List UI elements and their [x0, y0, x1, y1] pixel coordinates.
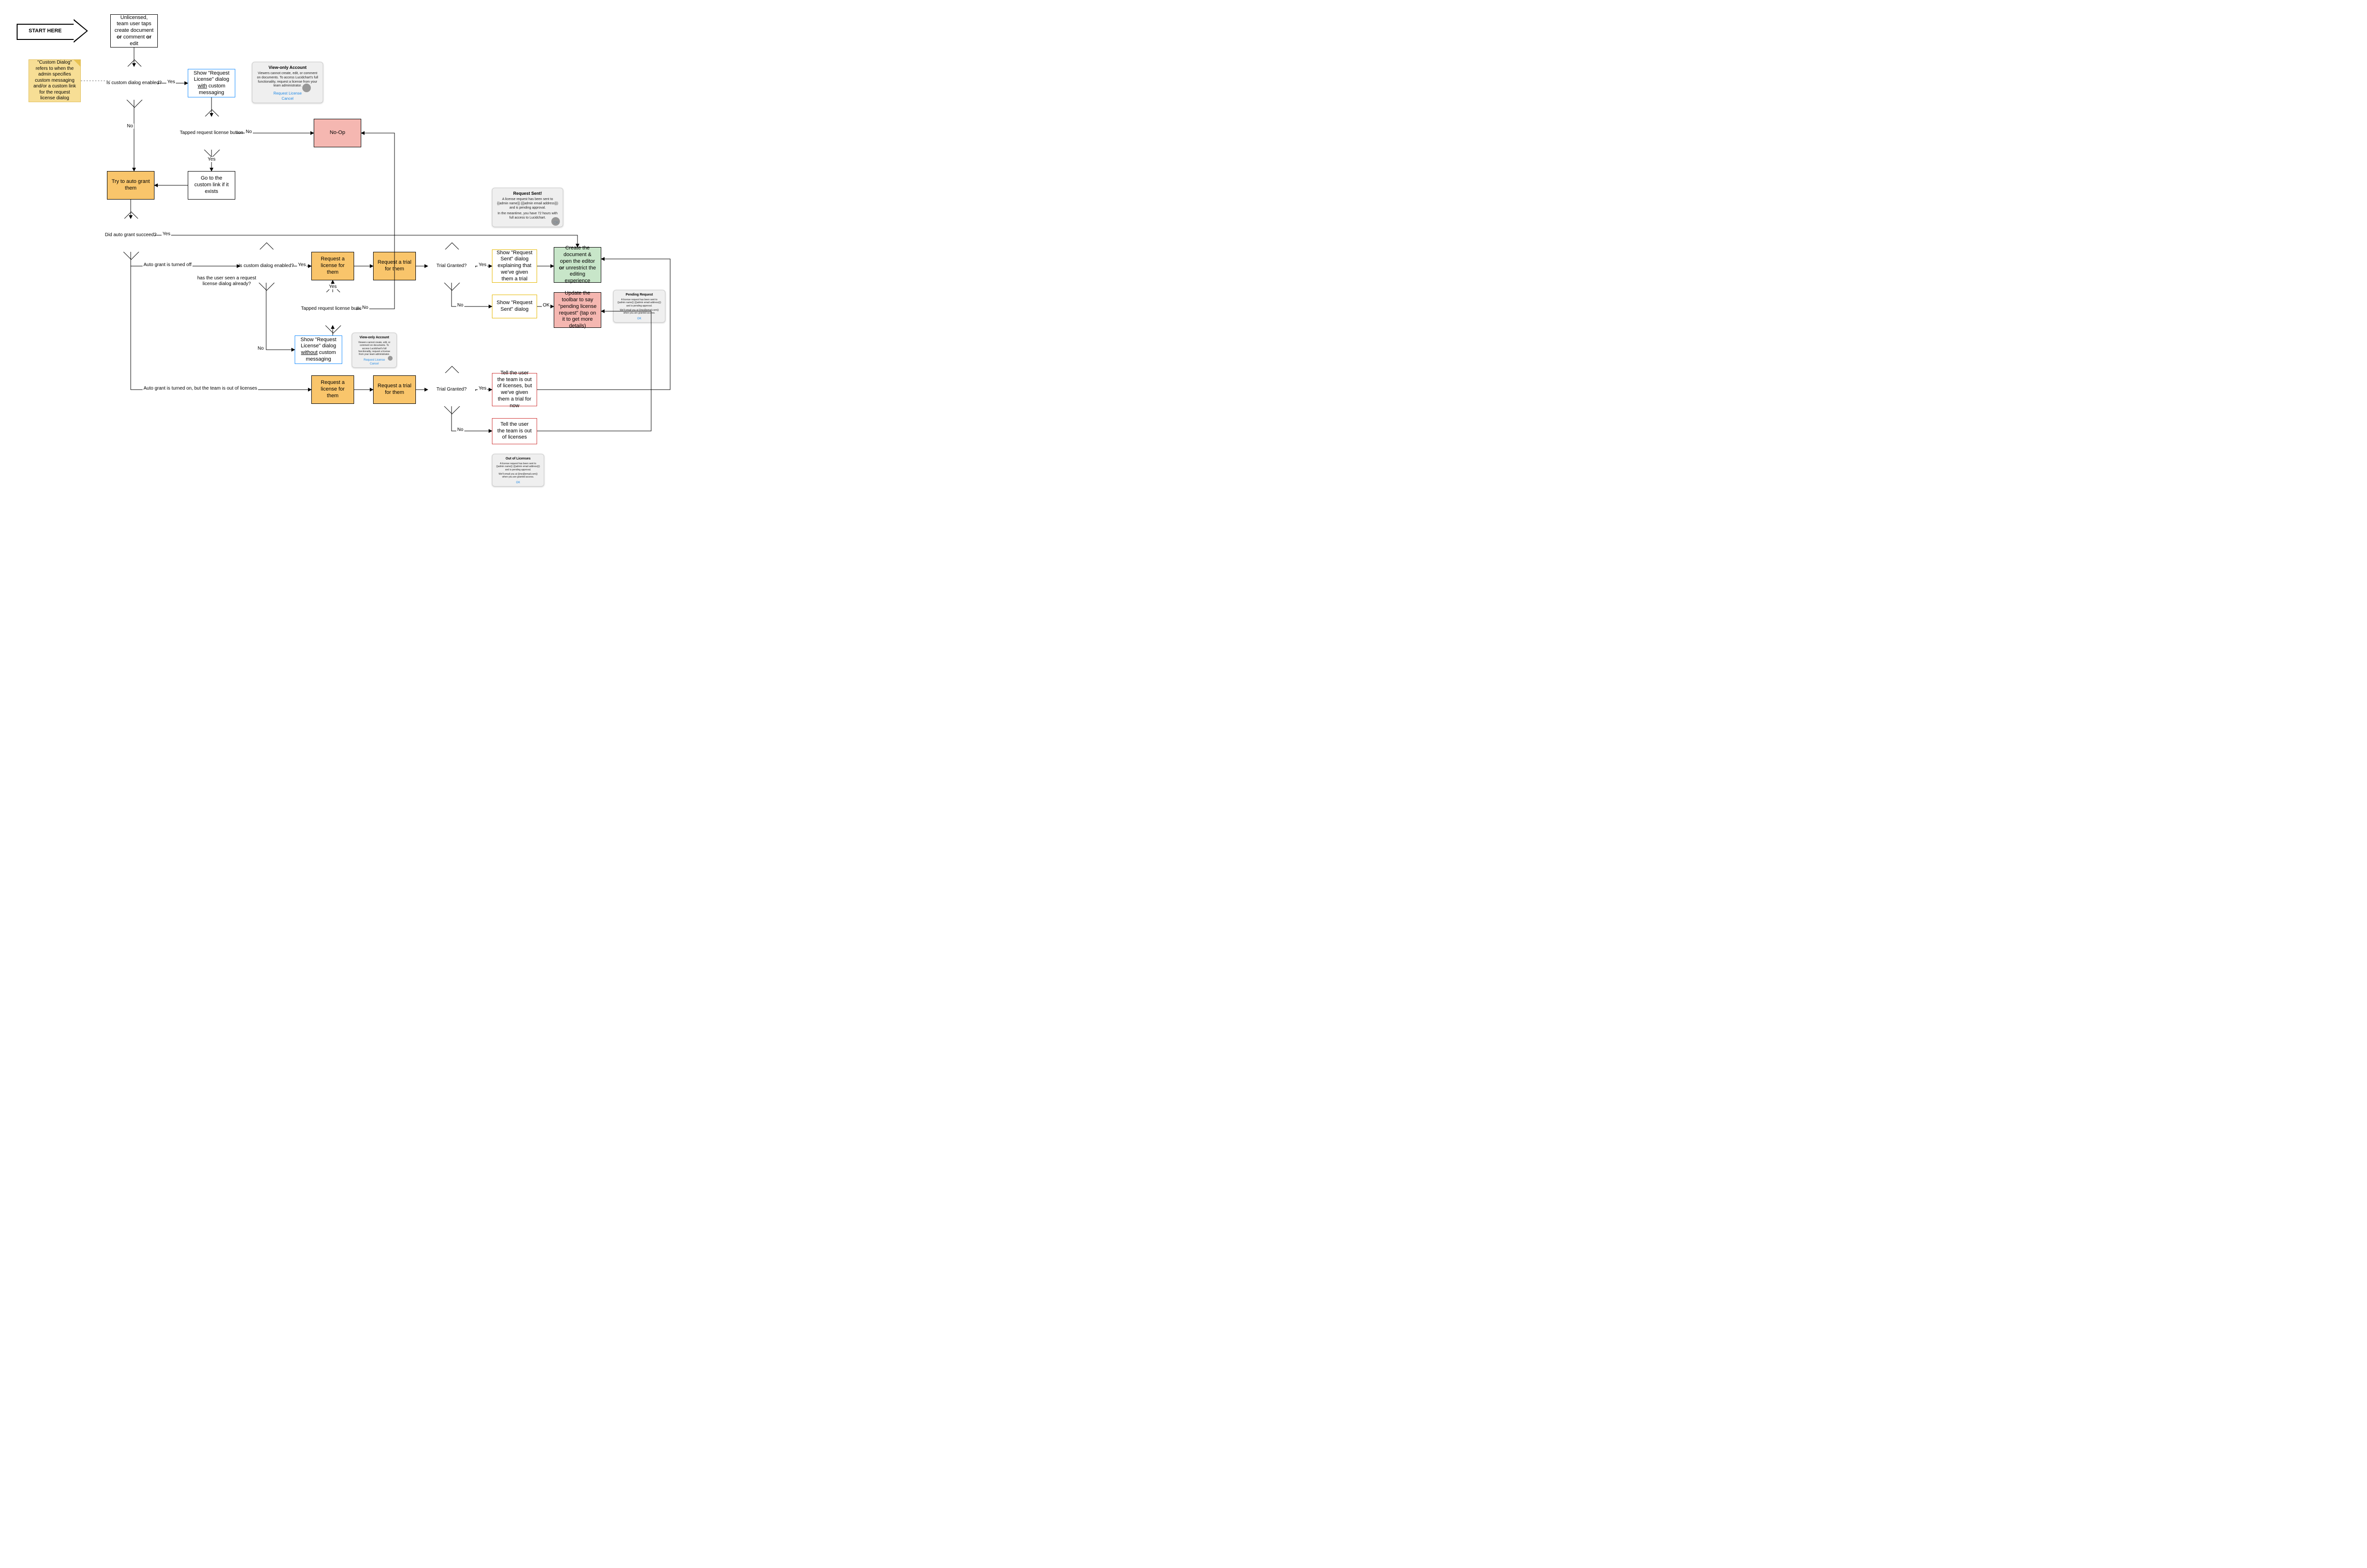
dialog-title: Out of Licenses — [496, 457, 540, 460]
dialog-body-2: We'll email you at {{me@email.com}} when… — [496, 473, 540, 479]
edge-label-no: No — [456, 427, 464, 432]
start-here-arrow: START HERE — [17, 19, 93, 43]
flowchart-canvas: START HERE "Custom Dialog" refers to whe… — [0, 0, 722, 489]
sticky-custom-dialog: "Custom Dialog" refers to when the admin… — [29, 59, 81, 102]
edge-label-yes: Yes — [478, 262, 487, 268]
cancel-button[interactable]: Cancel — [370, 363, 379, 365]
edge-label-no: No — [257, 346, 265, 351]
node-req-trial-2: Request a trial for them — [373, 375, 416, 404]
decision-did-succeed: Did auto grant succeed? — [107, 219, 154, 252]
dialog-body-2: We'll email you at {{me@email.com}} when… — [617, 309, 661, 315]
mock-view-only-2: View-only Account Viewers cannot create,… — [352, 333, 397, 368]
node-req-license-2: Request a license for them — [311, 375, 354, 404]
dialog-body: A license request has been sent to {{adm… — [617, 298, 661, 307]
mock-view-only-1: View-only Account Viewers cannot create,… — [252, 62, 323, 103]
decision-trial-1: Trial Granted? — [428, 249, 475, 283]
dialog-body-2: In the meantime, you have 72 hours with … — [496, 212, 559, 220]
node-show-with: Show "Request License" dialog with custo… — [188, 69, 235, 97]
tap-indicator-icon — [302, 84, 311, 92]
edge-label-yes: Yes — [478, 386, 487, 391]
edge-label-yes: Yes — [207, 157, 216, 162]
mock-out-of-licenses: Out of Licenses A license request has be… — [492, 454, 544, 487]
ok-button[interactable]: OK — [516, 481, 520, 484]
request-license-button[interactable]: Request License — [273, 91, 302, 96]
edge-label-no: No — [245, 129, 253, 134]
edge-label-yes: Yes — [166, 79, 176, 85]
cancel-button[interactable]: Cancel — [282, 96, 294, 101]
node-auto-grant: Try to auto grant them — [107, 171, 154, 200]
node-out-trial: Tell the user the team is out of license… — [492, 373, 537, 406]
decision-tapped-2: Tapped request license button — [309, 292, 356, 325]
node-show-without: Show "Request License" dialog without cu… — [295, 335, 342, 364]
annotation-seen-already: has the user seen a request license dial… — [190, 276, 263, 287]
node-update-toolbar: Update the toolbar to say "pending licen… — [554, 292, 601, 328]
node-noop: No-Op — [314, 119, 361, 147]
decision-trial-2: Trial Granted? — [428, 373, 475, 406]
mock-request-sent: Request Sent! A license request has been… — [492, 188, 563, 227]
node-go-custom: Go to the custom link if it exists — [188, 171, 235, 200]
edge-label-no: No — [361, 305, 369, 310]
edge-label-no: No — [126, 124, 134, 129]
node-req-license-1: Request a license for them — [311, 252, 354, 280]
node-start: Unlicensed, team user taps create docume… — [110, 14, 158, 48]
dialog-title: Pending Request — [617, 293, 661, 296]
start-here-label: START HERE — [17, 24, 74, 38]
edge-label-ok: OK — [542, 303, 550, 308]
node-sent-trial: Show "Request Sent" dialog explaining th… — [492, 249, 537, 283]
edge-label-yes: Yes — [328, 284, 337, 289]
edge-label-auto-off: Auto grant is turned off — [143, 262, 192, 268]
node-create-doc: Create the document & open the editor or… — [554, 247, 601, 283]
request-license-button[interactable]: Request License — [364, 359, 385, 362]
ok-button[interactable]: OK — [637, 317, 642, 320]
node-out-plain: Tell the user the team is out of license… — [492, 418, 537, 444]
dialog-body: A license request has been sent to {{adm… — [496, 198, 559, 210]
decision-tapped-1: Tapped request license button — [187, 116, 236, 150]
edge-label-no: No — [456, 303, 464, 308]
tap-indicator-icon — [551, 217, 560, 226]
decision-custom-dialog-1: Is custom dialog enabled? — [110, 67, 158, 100]
dialog-title: Request Sent! — [496, 191, 559, 196]
dialog-body: Viewers cannot create, edit, or comment … — [356, 341, 393, 356]
edge-label-yes: Yes — [297, 262, 307, 268]
edge-label-yes: Yes — [162, 231, 171, 237]
dialog-title: View-only Account — [256, 65, 319, 70]
node-sent-plain: Show "Request Sent" dialog — [492, 295, 537, 318]
dialog-body: A license request has been sent to {{adm… — [496, 462, 540, 471]
dialog-title: View-only Account — [356, 336, 393, 339]
edge-label-auto-on-out: Auto grant is turned on, but the team is… — [143, 386, 258, 391]
node-req-trial-1: Request a trial for them — [373, 252, 416, 280]
mock-pending-request: Pending Request A license request has be… — [613, 290, 665, 323]
